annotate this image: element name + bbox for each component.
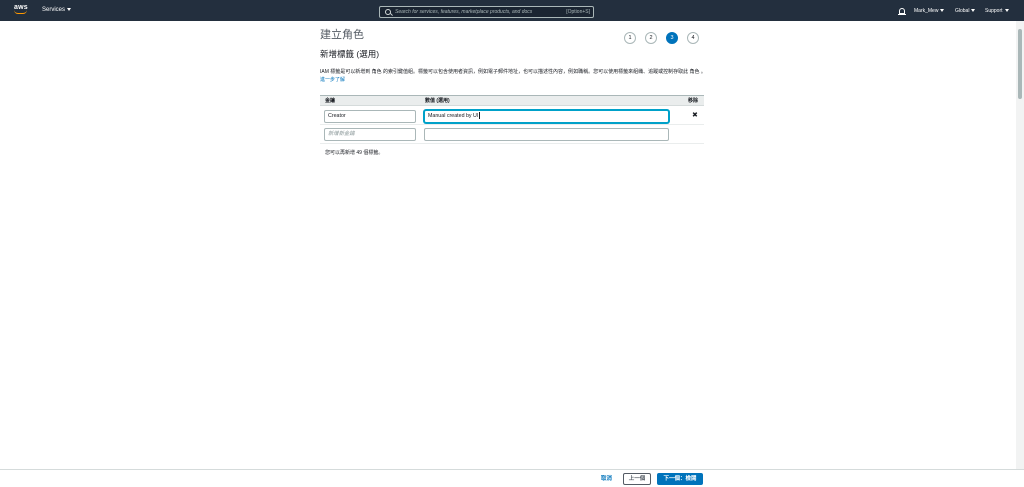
section-title: 新增標籤 (選用) [320,49,380,59]
search-placeholder: Search for services, features, marketpla… [395,9,533,15]
previous-button[interactable]: 上一個 [623,473,651,485]
key-column-header: 金鑰 [325,98,336,104]
tags-table-header: 金鑰 數值 (選用) 移除 [320,95,704,106]
learn-more-link[interactable]: 進一步了解 [320,77,345,83]
tag-key-input[interactable]: Creator [324,110,416,123]
region-menu[interactable]: Global [955,8,976,15]
wizard-step-4: 4 [687,32,699,44]
wizard-footer: 取消 上一個 下一個：檢閱 [0,469,1024,487]
search-icon [385,9,391,15]
text-cursor [478,112,480,120]
tags-table: 金鑰 數值 (選用) 移除 Creator Manual created by … [320,95,704,145]
new-tag-value-input[interactable] [424,128,669,141]
tag-value-text: Manual created by UI [428,113,479,119]
wizard-step-2[interactable]: 2 [645,32,657,44]
aws-logo-text: aws [14,4,28,11]
services-menu[interactable]: Services [42,6,72,15]
value-column-header: 數值 (選用) [425,98,450,104]
top-navigation-bar: aws Services Search for services, featur… [0,0,1024,21]
section-description: IAM 標籤是可以新增到 角色 的索引鍵值組。標籤可以包含使用者資訊，例如電子郵… [320,69,706,84]
chevron-down-icon [1004,9,1009,13]
next-review-button[interactable]: 下一個：檢閱 [657,473,703,485]
account-menu[interactable]: Mark_Mew [914,8,945,15]
description-text: IAM 標籤是可以新增到 角色 的索引鍵值組。標籤可以包含使用者資訊，例如電子郵… [320,69,706,75]
account-label: Mark_Mew [914,8,939,14]
page-title: 建立角色 [320,29,364,41]
new-tag-key-input[interactable]: 新增新金鑰 [324,128,416,141]
support-menu[interactable]: Support [985,8,1009,15]
chevron-down-icon [67,7,72,11]
tag-value-input[interactable]: Manual created by UI [424,110,669,123]
chevron-down-icon [971,9,976,13]
close-icon[interactable]: ✖ [692,111,698,120]
aws-logo[interactable]: aws [14,4,30,17]
search-shortcut-hint: [Option+S] [566,9,590,15]
wizard-step-1[interactable]: 1 [624,32,636,44]
chevron-down-icon [940,9,945,13]
region-label: Global [955,8,970,14]
scrollbar[interactable] [1016,21,1024,469]
global-search-input[interactable]: Search for services, features, marketpla… [379,6,594,18]
wizard-step-3-active: 3 [666,32,678,44]
remaining-tags-hint: 您可以再新增 49 個標籤。 [325,150,384,156]
table-row: 新增新金鑰 [320,126,704,144]
table-row: Creator Manual created by UI ✖ [320,107,704,125]
cancel-button[interactable]: 取消 [601,476,612,483]
scrollbar-thumb[interactable] [1018,29,1022,99]
services-label: Services [42,7,66,13]
bell-icon[interactable] [898,8,906,15]
remove-column-header: 移除 [688,98,699,104]
support-label: Support [985,8,1003,14]
